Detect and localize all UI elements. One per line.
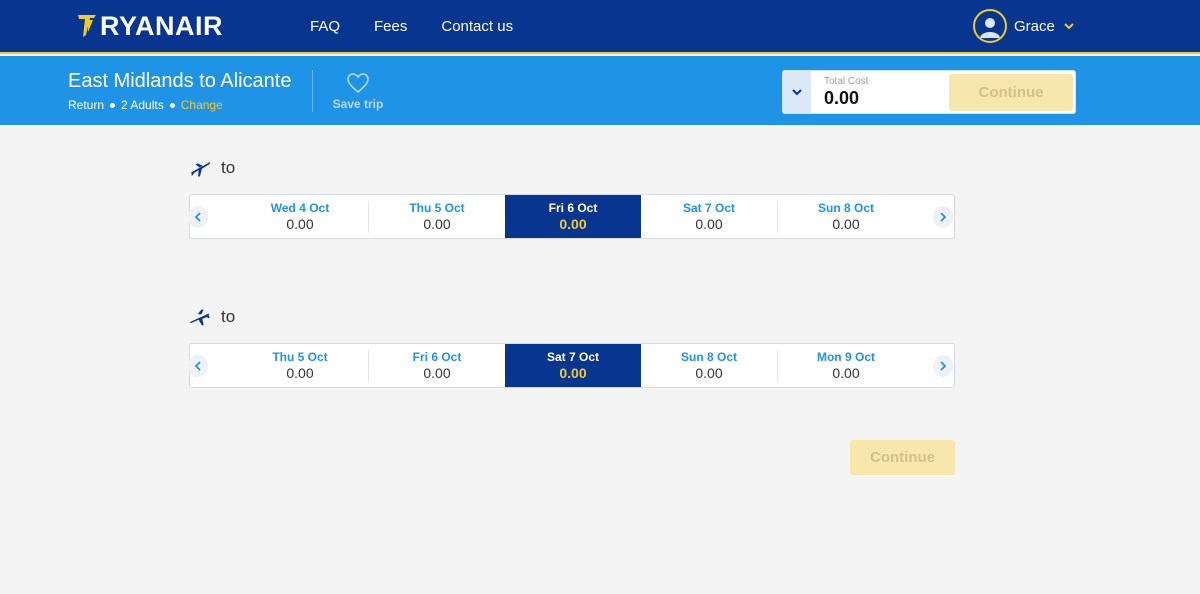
plane-depart-icon	[190, 162, 211, 177]
outbound-date-selector: Wed 4 Oct 0.00 Thu 5 Oct 0.00 Fri 6 Oct …	[188, 194, 955, 239]
chevron-down-icon	[1064, 23, 1074, 30]
date-price: 0.00	[286, 216, 314, 232]
chevron-left-icon	[194, 212, 201, 222]
user-avatar-icon	[973, 9, 1007, 43]
header-continue-button[interactable]: Continue	[949, 74, 1073, 111]
outbound-date-option[interactable]: Wed 4 Oct 0.00	[232, 195, 368, 238]
date-label: Thu 5 Oct	[409, 201, 465, 215]
inbound-date-option[interactable]: Thu 5 Oct 0.00	[232, 344, 368, 387]
inbound-date-option[interactable]: Fri 6 Oct 0.00	[369, 344, 505, 387]
outbound-date-option[interactable]: Sat 7 Oct 0.00	[641, 195, 777, 238]
user-menu[interactable]: Grace	[973, 9, 1075, 43]
total-cost-panel: Total Cost 0.00 Continue	[782, 70, 1076, 114]
heart-icon	[347, 73, 369, 94]
inbound-date-option[interactable]: Mon 9 Oct 0.00	[778, 344, 914, 387]
inbound-date-option[interactable]: Sun 8 Oct 0.00	[641, 344, 777, 387]
outbound-date-option[interactable]: Thu 5 Oct 0.00	[369, 195, 505, 238]
trip-summary-bar: East Midlands to Alicante Return 2 Adult…	[0, 56, 1200, 125]
brand-name: RYANAIR	[100, 11, 224, 41]
main-nav: FAQ Fees Contact us	[310, 0, 547, 52]
date-label: Fri 6 Oct	[548, 201, 598, 215]
separator-dot	[169, 102, 175, 108]
save-trip-label: Save trip	[332, 97, 384, 111]
total-cost-value: 0.00	[824, 88, 860, 108]
date-price: 0.00	[695, 216, 723, 232]
date-label: Sun 8 Oct	[680, 350, 737, 364]
date-label: Wed 4 Oct	[270, 201, 330, 215]
nav-contact-us[interactable]: Contact us	[441, 18, 513, 35]
outbound-prev-button[interactable]	[188, 206, 208, 228]
date-label: Sun 8 Oct	[817, 201, 874, 215]
date-price: 0.00	[286, 365, 314, 381]
inbound-to-label: to	[221, 307, 236, 326]
chevron-left-icon	[194, 361, 201, 371]
date-price: 0.00	[695, 365, 723, 381]
route-title: East Midlands to Alicante	[68, 70, 292, 92]
plane-return-icon	[190, 309, 210, 326]
separator-dot	[110, 102, 116, 108]
date-label: Mon 9 Oct	[816, 350, 875, 364]
continue-button[interactable]: Continue	[850, 440, 955, 475]
outbound-date-option-selected[interactable]: Fri 6 Oct 0.00	[505, 195, 641, 238]
date-price: 0.00	[559, 365, 587, 381]
date-price: 0.00	[832, 365, 860, 381]
trip-meta: Return 2 Adults Change	[68, 98, 223, 112]
trip-type: Return	[68, 98, 105, 112]
nav-faq[interactable]: FAQ	[310, 18, 340, 35]
date-label: Sat 7 Oct	[682, 201, 736, 215]
top-nav: RYANAIR FAQ Fees Contact us Grace	[0, 0, 1200, 54]
inbound-date-selector: Thu 5 Oct 0.00 Fri 6 Oct 0.00 Sat 7 Oct …	[188, 343, 955, 388]
total-cost-label: Total Cost	[824, 76, 869, 87]
inbound-next-button[interactable]	[933, 355, 953, 377]
date-price: 0.00	[832, 216, 860, 232]
date-label: Thu 5 Oct	[272, 350, 328, 364]
outbound-to-label: to	[221, 158, 236, 177]
date-price: 0.00	[559, 216, 587, 232]
change-link[interactable]: Change	[181, 98, 223, 112]
outbound-heading: to	[189, 157, 235, 179]
inbound-prev-button[interactable]	[188, 355, 208, 377]
harp-icon	[78, 15, 96, 37]
outbound-next-button[interactable]	[933, 206, 953, 228]
date-label: Sat 7 Oct	[546, 350, 600, 364]
user-name: Grace	[1014, 17, 1055, 35]
ryanair-logo[interactable]: RYANAIR	[76, 12, 223, 40]
chevron-right-icon	[940, 361, 947, 371]
date-price: 0.00	[423, 365, 451, 381]
date-label: Fri 6 Oct	[412, 350, 462, 364]
cost-expand-toggle[interactable]	[783, 71, 811, 113]
divider	[312, 70, 313, 112]
chevron-right-icon	[940, 212, 947, 222]
outbound-date-option[interactable]: Sun 8 Oct 0.00	[778, 195, 914, 238]
date-price: 0.00	[423, 216, 451, 232]
save-trip-button[interactable]: Save trip	[332, 72, 384, 111]
inbound-heading: to	[189, 306, 235, 328]
inbound-date-option-selected[interactable]: Sat 7 Oct 0.00	[505, 344, 641, 387]
chevron-down-icon	[792, 89, 802, 96]
nav-fees[interactable]: Fees	[374, 18, 407, 35]
passenger-count: 2 Adults	[121, 98, 164, 112]
